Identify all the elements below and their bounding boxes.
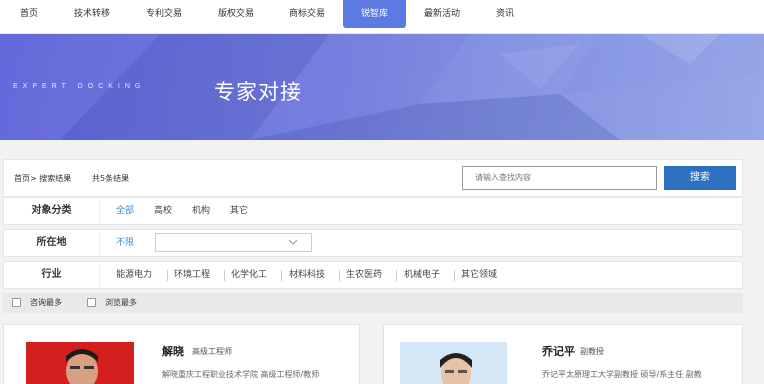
expert-name[interactable]: 解晓 <box>162 343 184 359</box>
search-bar-panel: 首页> 搜索结果 共5条结果 请输入查找内容 搜索 <box>3 159 743 197</box>
expert-photo <box>26 342 134 384</box>
expert-title: 副教授 <box>580 347 604 356</box>
filter-option-bio-medicine[interactable]: 生农医药 <box>346 262 382 288</box>
expert-name[interactable]: 乔记平 <box>542 343 575 359</box>
filter-option-unlimited[interactable]: 不限 <box>116 230 134 256</box>
filter-label-industry: 行业 <box>4 262 100 288</box>
sort-consult-label[interactable]: 咨询最多 <box>30 297 62 308</box>
portrait-image <box>26 342 134 384</box>
filter-row-object: 对象分类 全部 高校 机构 其它 <box>3 197 743 225</box>
banner-title: 专家对接 <box>214 80 302 104</box>
sort-consult-checkbox[interactable] <box>12 298 21 307</box>
divider <box>396 270 397 281</box>
filter-label-location: 所在地 <box>4 230 100 256</box>
portrait-image <box>400 342 507 384</box>
filter-option-other-fields[interactable]: 其它领域 <box>461 262 497 288</box>
location-select[interactable] <box>155 233 312 252</box>
search-button[interactable]: 搜索 <box>664 166 736 190</box>
filter-option-mechanical[interactable]: 机械电子 <box>404 262 440 288</box>
expert-photo <box>400 342 507 384</box>
nav-item-news[interactable]: 资讯 <box>487 0 523 28</box>
page-banner: EXPERT DOCKING 专家对接 <box>0 34 764 140</box>
search-input[interactable]: 请输入查找内容 <box>462 166 657 190</box>
sort-bar: 咨询最多 浏览最多 <box>3 293 743 313</box>
nav-item-tech-transfer[interactable]: 技术转移 <box>67 0 117 28</box>
nav-item-trademark-trade[interactable]: 商标交易 <box>282 0 332 28</box>
filter-option-all[interactable]: 全部 <box>116 198 134 224</box>
filter-option-energy[interactable]: 能源电力 <box>116 262 152 288</box>
divider <box>339 270 340 281</box>
nav-item-latest-events[interactable]: 最新活动 <box>417 0 467 28</box>
divider <box>281 270 282 281</box>
chevron-down-icon <box>289 239 297 245</box>
expert-description: 解晓重庆工程职业技术学院 高级工程师/教师 <box>162 370 320 379</box>
filter-option-other[interactable]: 其它 <box>230 198 248 224</box>
filter-option-university[interactable]: 高校 <box>154 198 172 224</box>
breadcrumb: 首页> 搜索结果 <box>14 174 72 183</box>
expert-description: 乔记平太原理工大学副教授 硕导/系主任 副教 <box>542 370 702 379</box>
nav-item-home[interactable]: 首页 <box>9 0 49 28</box>
sort-views-checkbox[interactable] <box>87 298 96 307</box>
divider <box>224 270 225 281</box>
filter-label-object: 对象分类 <box>4 198 100 224</box>
nav-item-think-tank[interactable]: 锐智库 <box>343 0 406 28</box>
filter-option-institution[interactable]: 机构 <box>192 198 210 224</box>
expert-title: 高级工程师 <box>192 347 232 356</box>
divider <box>167 270 168 281</box>
expert-card[interactable]: 解晓 高级工程师 解晓重庆工程职业技术学院 高级工程师/教师 <box>3 324 360 384</box>
top-navigation: 首页 技术转移 专利交易 版权交易 商标交易 锐智库 最新活动 资讯 <box>0 0 764 34</box>
banner-subtitle: EXPERT DOCKING <box>13 83 146 90</box>
expert-card[interactable]: 乔记平 副教授 乔记平太原理工大学副教授 硕导/系主任 副教 <box>383 324 743 384</box>
filter-option-chemical[interactable]: 化学化工 <box>231 262 267 288</box>
result-count: 共5条结果 <box>92 174 130 183</box>
nav-item-copyright-trade[interactable]: 版权交易 <box>211 0 261 28</box>
sort-views-label[interactable]: 浏览最多 <box>105 297 137 308</box>
divider <box>454 270 455 281</box>
nav-item-patent-trade[interactable]: 专利交易 <box>139 0 189 28</box>
filter-row-industry: 行业 能源电力 环境工程 化学化工 材料科技 生农医药 机械电子 其它领域 <box>3 261 743 289</box>
filter-option-environment[interactable]: 环境工程 <box>174 262 210 288</box>
filter-row-location: 所在地 不限 <box>3 229 743 257</box>
filter-option-materials[interactable]: 材料科技 <box>289 262 325 288</box>
